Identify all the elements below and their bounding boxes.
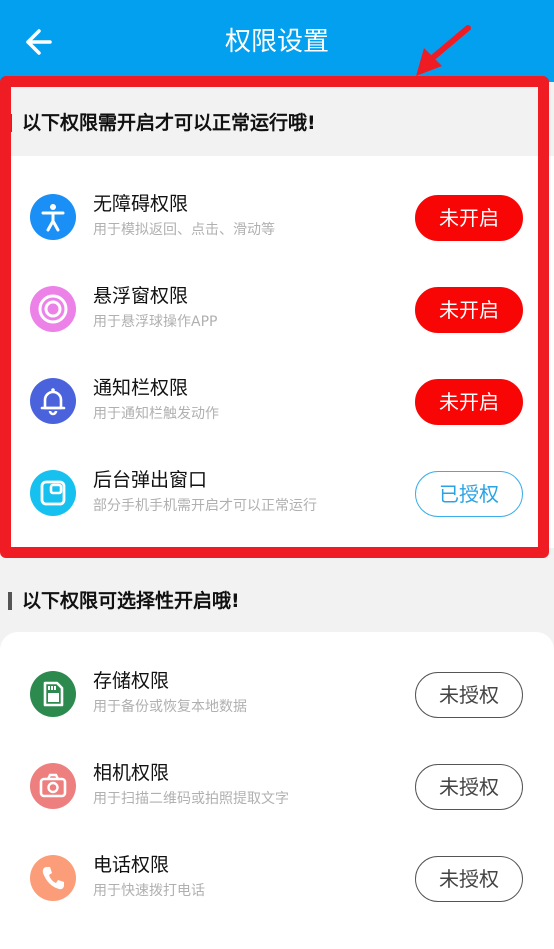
permission-title: 存储权限 bbox=[93, 670, 170, 692]
grant-phone-button[interactable]: 未授权 bbox=[415, 856, 523, 902]
permission-title: 电话权限 bbox=[93, 854, 170, 876]
annotation-arrow-icon bbox=[416, 25, 471, 76]
permission-row-phone: 电话权限 用于快速拨打电话 未授权 bbox=[0, 832, 554, 924]
optional-section-title: 以下权限可选择性开启哦! bbox=[22, 590, 240, 612]
phone-icon bbox=[30, 855, 76, 901]
permission-subtitle: 用于快速拨打电话 bbox=[93, 883, 205, 899]
section-marker bbox=[8, 592, 12, 610]
highlight-frame bbox=[0, 76, 549, 558]
permission-subtitle: 用于备份或恢复本地数据 bbox=[93, 699, 247, 715]
permission-row-storage: 存储权限 用于备份或恢复本地数据 未授权 bbox=[0, 648, 554, 740]
sd-card-icon bbox=[30, 671, 76, 717]
permission-subtitle: 用于扫描二维码或拍照提取文字 bbox=[93, 791, 289, 807]
grant-camera-button[interactable]: 未授权 bbox=[415, 764, 523, 810]
grant-storage-button[interactable]: 未授权 bbox=[415, 672, 523, 718]
camera-icon bbox=[30, 763, 76, 809]
permission-row-camera: 相机权限 用于扫描二维码或拍照提取文字 未授权 bbox=[0, 740, 554, 832]
optional-section-header: 以下权限可选择性开启哦! bbox=[0, 570, 554, 634]
permission-title: 相机权限 bbox=[93, 762, 170, 784]
